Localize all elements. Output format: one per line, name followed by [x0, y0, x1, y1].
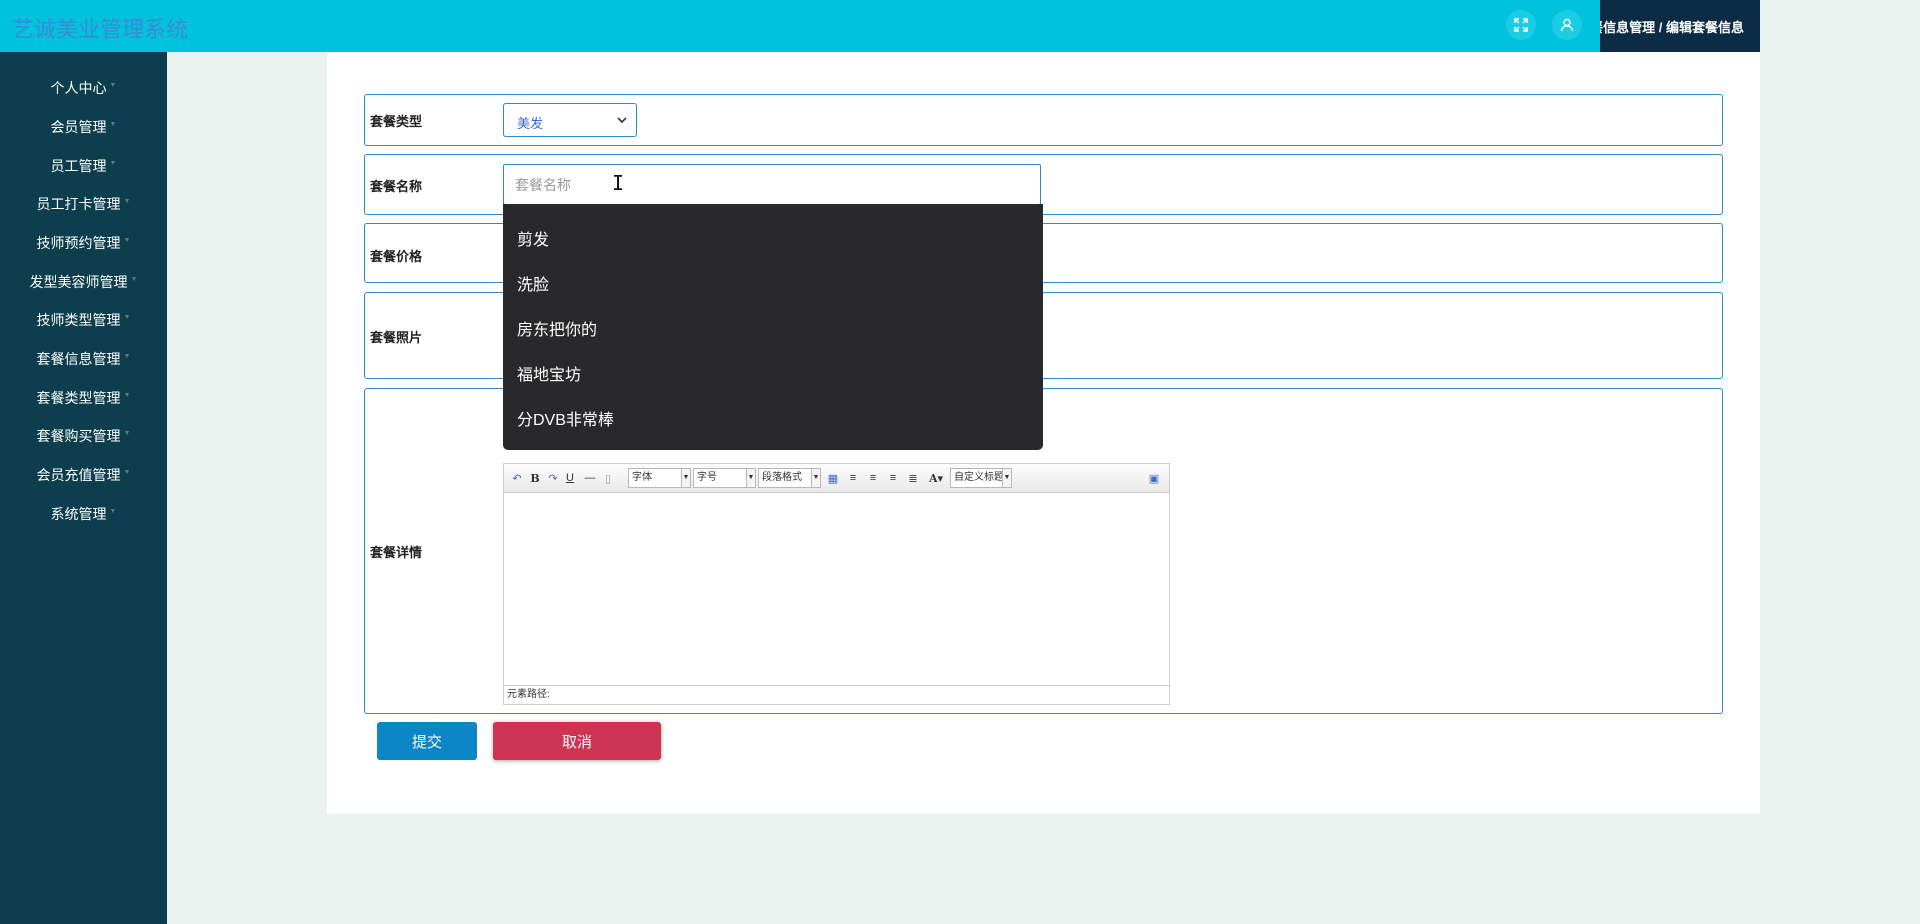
sidebar-item-package-info[interactable]: 套餐信息管理 ▼: [0, 344, 167, 374]
caret-down-icon: ▼: [681, 469, 690, 487]
caret-down-icon: ▼: [123, 468, 131, 476]
autocomplete-list: 剪发 洗脸 房东把你的 福地宝坊 分DVB非常棒: [503, 204, 1043, 450]
user-button[interactable]: [1552, 10, 1582, 40]
sidebar-item-label: 套餐购买管理: [36, 428, 121, 444]
caret-down-icon: ▼: [123, 236, 131, 244]
autocomplete-option[interactable]: 房东把你的: [517, 316, 597, 340]
detail-label: 套餐详情: [370, 545, 423, 560]
align-left-icon[interactable]: ≡: [846, 470, 860, 486]
sidebar: 个人中心 ▼ 会员管理 ▼ 员工管理 ▼ 员工打卡管理 ▼ 技师预约管理 ▼ 发型美容师管…: [0, 52, 167, 924]
sidebar-item-label: 个人中心: [50, 80, 107, 96]
font-color-icon[interactable]: A▾: [926, 470, 946, 486]
type-label: 套餐类型: [370, 114, 423, 129]
package-type-select[interactable]: 美发: [503, 103, 637, 137]
caret-down-icon: ▼: [811, 469, 820, 487]
font-size-combo[interactable]: 字号 ▼: [693, 468, 756, 488]
sidebar-item-technician-types[interactable]: 技师类型管理 ▼: [0, 305, 167, 335]
name-label: 套餐名称: [370, 179, 423, 194]
paragraph-format-combo[interactable]: 段落格式 ▼: [758, 468, 821, 488]
sidebar-item-member-recharge[interactable]: 会员充值管理 ▼: [0, 460, 167, 490]
caret-down-icon: ▼: [123, 197, 131, 205]
autocomplete-option[interactable]: 洗脸: [517, 271, 549, 295]
expand-icon: [1514, 18, 1528, 32]
combo-label: 段落格式: [762, 472, 802, 483]
caret-down-icon: ▼: [123, 352, 131, 360]
sidebar-item-label: 技师预约管理: [36, 235, 121, 251]
redo-icon[interactable]: ↷: [546, 470, 560, 486]
autocomplete-option[interactable]: 福地宝坊: [517, 361, 581, 385]
sidebar-item-label: 员工打卡管理: [36, 196, 121, 212]
user-icon: [1560, 18, 1574, 32]
submit-button[interactable]: 提交: [377, 722, 477, 760]
caret-down-icon: ▼: [109, 507, 117, 515]
combo-label: 自定义标题: [954, 472, 1004, 483]
caret-down-icon: ▼: [109, 159, 117, 167]
sidebar-item-label: 会员管理: [50, 119, 107, 135]
sidebar-item-stylists[interactable]: 发型美容师管理 ▼: [0, 267, 167, 297]
fullscreen-button[interactable]: [1506, 10, 1536, 40]
sidebar-item-package-types[interactable]: 套餐类型管理 ▼: [0, 383, 167, 413]
custom-title-combo[interactable]: 自定义标题 ▼: [950, 468, 1012, 488]
caret-down-icon: ▼: [746, 469, 755, 487]
combo-label: 字号: [697, 472, 717, 483]
font-family-combo[interactable]: 字体 ▼: [628, 468, 691, 488]
caret-down-icon: ▼: [109, 81, 117, 89]
combo-label: 字体: [632, 472, 652, 483]
caret-down-icon: ▼: [1002, 469, 1011, 487]
sidebar-item-label: 技师类型管理: [36, 312, 121, 328]
chevron-down-icon: [617, 117, 627, 124]
cancel-button[interactable]: 取消: [493, 722, 661, 760]
caret-down-icon: ▼: [123, 391, 131, 399]
align-center-icon[interactable]: ≡: [866, 470, 880, 486]
sidebar-item-label: 套餐类型管理: [36, 390, 121, 406]
rich-text-editor: ↶ B ↷ U — ▯ 字体 ▼ 字号 ▼ 段落格式 ▼ ▦ ≡ ≡ ≡ ≣ A▾ 自…: [503, 463, 1170, 705]
editor-content-area[interactable]: [504, 494, 1169, 686]
breadcrumb-bar: 套餐信息管理 / 编辑套餐信息: [1600, 0, 1760, 52]
package-name-input[interactable]: [503, 164, 1041, 205]
undo-icon[interactable]: ↶: [510, 470, 524, 486]
select-value: 美发: [517, 116, 544, 131]
sidebar-item-label: 员工管理: [50, 158, 107, 174]
table-icon[interactable]: ▦: [826, 470, 840, 486]
horizontal-rule-icon[interactable]: —: [584, 470, 596, 486]
editor-element-path: 元素路径:: [504, 685, 1169, 704]
bold-icon[interactable]: B: [529, 470, 541, 486]
underline-icon[interactable]: U: [564, 470, 576, 486]
sidebar-item-label: 系统管理: [50, 506, 107, 522]
autocomplete-option[interactable]: 剪发: [517, 226, 549, 250]
sidebar-item-staff[interactable]: 员工管理 ▼: [0, 151, 167, 181]
autocomplete-option[interactable]: 分DVB非常棒: [517, 406, 614, 430]
caret-down-icon: ▼: [123, 429, 131, 437]
app-title: 艺诚美业管理系统: [12, 17, 189, 42]
price-label: 套餐价格: [370, 249, 423, 264]
sidebar-item-members[interactable]: 会员管理 ▼: [0, 112, 167, 142]
sidebar-item-system[interactable]: 系统管理 ▼: [0, 499, 167, 529]
align-right-icon[interactable]: ≡: [886, 470, 900, 486]
paste-icon[interactable]: ▯: [602, 470, 614, 486]
text-cursor-icon: I: [612, 171, 625, 195]
breadcrumb: 套餐信息管理 / 编辑套餐信息: [1600, 20, 1744, 35]
fullscreen-editor-icon[interactable]: ▣: [1147, 470, 1161, 486]
caret-down-icon: ▼: [123, 313, 131, 321]
photo-label: 套餐照片: [370, 330, 423, 345]
top-header: 艺诚美业管理系统 套餐信息管理 / 编辑套餐信息: [0, 0, 1760, 52]
sidebar-item-package-purchase[interactable]: 套餐购买管理 ▼: [0, 421, 167, 451]
sidebar-item-staff-checkin[interactable]: 员工打卡管理 ▼: [0, 189, 167, 219]
editor-toolbar: ↶ B ↷ U — ▯ 字体 ▼ 字号 ▼ 段落格式 ▼ ▦ ≡ ≡ ≡ ≣ A▾ 自…: [504, 464, 1169, 493]
sidebar-item-label: 会员充值管理: [36, 467, 121, 483]
sidebar-item-label: 发型美容师管理: [29, 274, 128, 290]
caret-down-icon: ▼: [109, 120, 117, 128]
caret-down-icon: ▼: [130, 275, 138, 283]
align-justify-icon[interactable]: ≣: [906, 470, 920, 486]
sidebar-item-personal-center[interactable]: 个人中心 ▼: [0, 73, 167, 103]
sidebar-item-label: 套餐信息管理: [36, 351, 121, 367]
sidebar-item-technician-booking[interactable]: 技师预约管理 ▼: [0, 228, 167, 258]
